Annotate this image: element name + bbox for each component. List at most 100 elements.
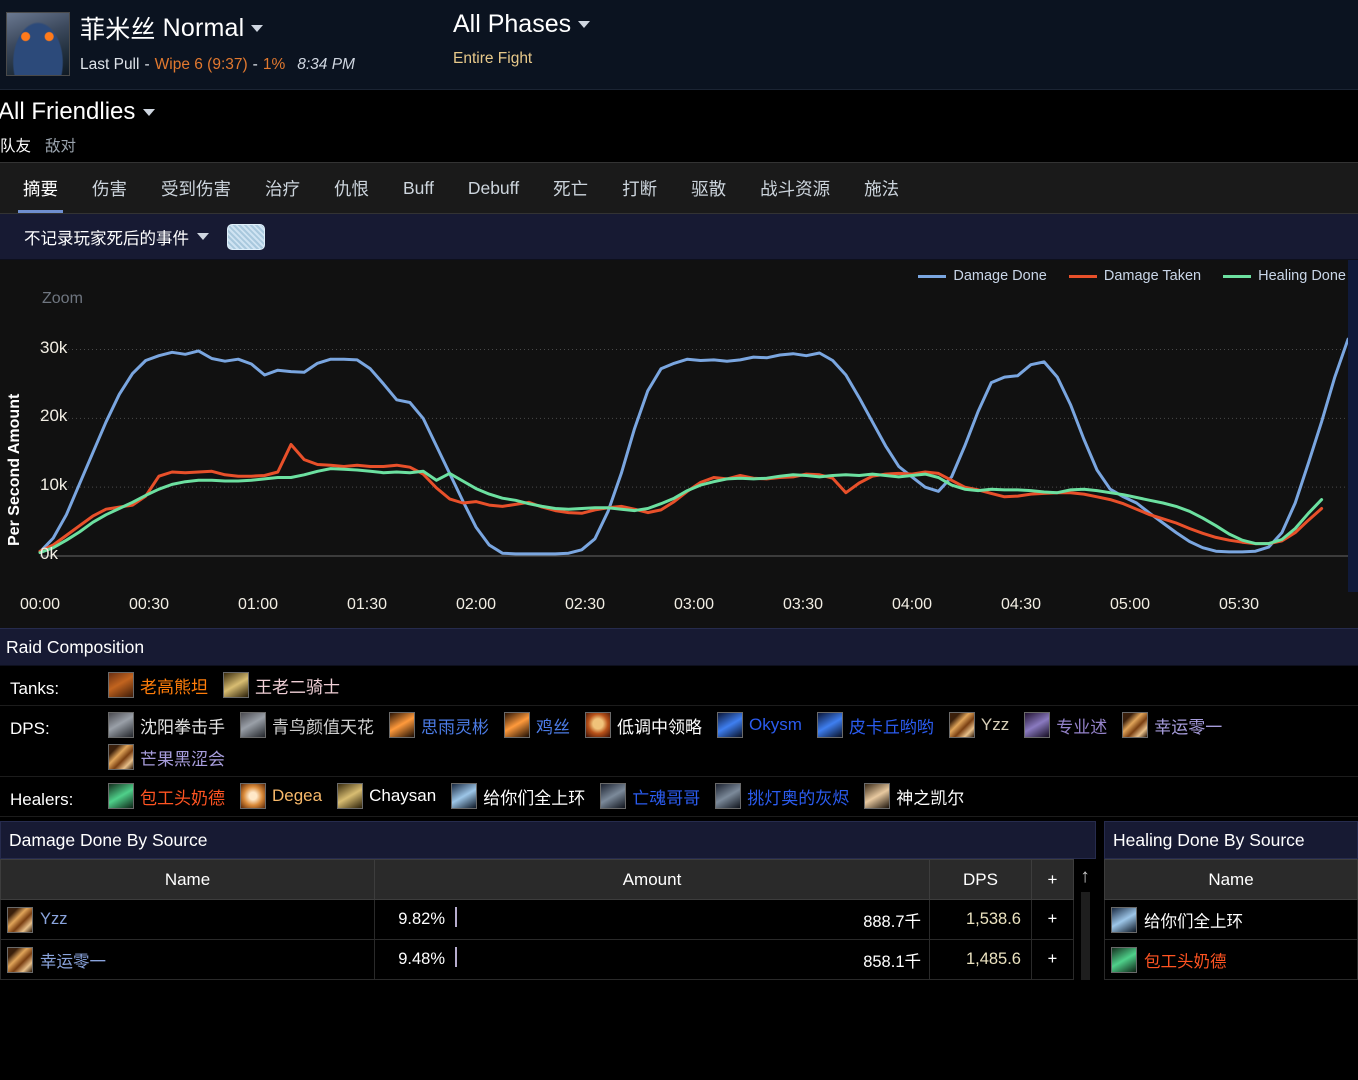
raid-member[interactable]: 幸运零一 xyxy=(1122,709,1229,741)
tab-4[interactable]: 仇恨 xyxy=(317,163,386,213)
tab-8[interactable]: 打断 xyxy=(605,163,674,213)
scroll-track[interactable] xyxy=(1080,892,1090,980)
damage-table-body: Yzz 9.82% 888.7千 1,538.6 + 幸运零一 9.48% 858.1千 1,4… xyxy=(0,899,1074,980)
table-row[interactable]: Yzz 9.82% 888.7千 1,538.6 + xyxy=(0,899,1074,940)
raid-member[interactable]: Okysm xyxy=(717,709,809,741)
damage-row-name-cell[interactable]: 幸运零一 xyxy=(0,939,375,980)
tab-5[interactable]: Buff xyxy=(386,163,451,213)
difficulty-label: Normal xyxy=(162,13,245,42)
tab-9[interactable]: 驱散 xyxy=(674,163,743,213)
raid-row-label: DPS: xyxy=(10,719,50,738)
toggle-enemy[interactable]: 敌对 xyxy=(45,134,76,156)
chart-x-axis: 00:00 00:30 01:00 01:30 02:00 02:30 03:00 03:30… xyxy=(0,592,1358,628)
raid-member[interactable]: 鸡丝 xyxy=(504,709,577,741)
raid-member[interactable]: 低调中领略 xyxy=(585,709,709,741)
table-row[interactable]: 幸运零一 9.48% 858.1千 1,485.6 + xyxy=(0,939,1074,980)
healing-col-header[interactable]: Name xyxy=(1104,859,1358,900)
chart-x-tick-7: 03:30 xyxy=(782,596,824,613)
chart-series-2 xyxy=(38,467,1324,555)
damage-row-percent: 9.48% xyxy=(398,950,445,968)
raid-member-name: 沈阳拳击手 xyxy=(140,717,225,737)
damage-row-amount-cell: 9.48% 858.1千 xyxy=(374,939,930,980)
damage-row-expand-button[interactable]: + xyxy=(1031,899,1074,940)
chart-x-tick-9: 04:30 xyxy=(1000,596,1042,613)
tab-0[interactable]: 摘要 xyxy=(6,163,75,213)
phase-label: All Phases xyxy=(452,10,572,38)
chevron-down-icon[interactable] xyxy=(197,233,209,240)
friendlies-bar: All Friendlies 队友 敌对 xyxy=(0,90,1358,162)
raid-member[interactable]: 老高熊坦 xyxy=(108,669,215,701)
tab-label: 治疗 xyxy=(265,178,300,199)
chevron-down-icon[interactable] xyxy=(251,24,264,32)
table-row[interactable]: 包工头奶德 xyxy=(1104,939,1358,980)
raid-member-name: 包工头奶德 xyxy=(140,788,225,808)
chevron-down-icon[interactable] xyxy=(578,21,591,28)
raid-member[interactable]: 神之凯尔 xyxy=(864,780,971,812)
damage-col-header[interactable]: DPS xyxy=(929,859,1032,900)
chart-x-tick-8: 04:00 xyxy=(891,596,933,613)
tab-label: 摘要 xyxy=(23,178,58,199)
raid-member[interactable]: 王老二骑士 xyxy=(223,669,347,701)
tab-2[interactable]: 受到伤害 xyxy=(144,163,248,213)
damage-row-percent: 9.82% xyxy=(398,910,445,928)
raid-member[interactable]: 挑灯奥的灰烬 xyxy=(715,780,856,812)
healing-table: Name 给你们全上环 包工头奶德 xyxy=(1104,859,1358,980)
damage-table-header: Name Amount DPS + xyxy=(0,859,1074,900)
tab-label: Buff xyxy=(403,177,434,198)
chart-x-tick-4: 02:00 xyxy=(455,596,497,613)
class-icon-rogue xyxy=(7,906,33,933)
raid-member[interactable]: 给你们全上环 xyxy=(451,780,592,812)
raid-member[interactable]: 芒果黑涩会 xyxy=(108,741,232,773)
death-filter-dropdown[interactable]: 不记录玩家死后的事件 xyxy=(24,225,209,249)
fight-title[interactable]: 菲米丝 Normal xyxy=(80,10,355,46)
raid-row-2: Healers: 包工头奶德 Degea Chaysan 给你们全上环 亡魂哥哥 挑灯奥的灰… xyxy=(0,777,1358,817)
class-icon-paladin xyxy=(223,672,249,698)
damage-table-scrollbar[interactable]: ↑ xyxy=(1074,859,1096,980)
damage-col-header[interactable]: Amount xyxy=(374,859,930,900)
tab-10[interactable]: 战斗资源 xyxy=(743,163,847,213)
tab-6[interactable]: Debuff xyxy=(451,163,536,213)
tab-7[interactable]: 死亡 xyxy=(536,163,605,213)
toggle-friendly[interactable]: 队友 xyxy=(0,134,31,156)
boss-name-cn: 菲米丝 xyxy=(80,16,156,44)
tab-label: 伤害 xyxy=(92,178,127,199)
chevron-down-icon[interactable] xyxy=(143,108,156,116)
tab-1[interactable]: 伤害 xyxy=(75,163,144,213)
raid-member[interactable]: 青鸟颜值天花 xyxy=(240,709,381,741)
tab-label: 打断 xyxy=(622,178,658,199)
class-icon-hunter xyxy=(504,712,530,738)
table-row[interactable]: 给你们全上环 xyxy=(1104,899,1358,940)
tab-11[interactable]: 施法 xyxy=(847,163,916,213)
raid-member[interactable]: 亡魂哥哥 xyxy=(600,780,707,812)
raid-member[interactable]: 包工头奶德 xyxy=(108,780,232,812)
tab-label: Debuff xyxy=(467,177,520,198)
damage-col-header[interactable]: + xyxy=(1031,859,1074,900)
class-icon-shaman-resto xyxy=(715,783,742,809)
phase-selector[interactable]: All Phases xyxy=(452,10,591,39)
damage-row-expand-button[interactable]: + xyxy=(1031,939,1074,980)
healing-table-header: Name xyxy=(1104,859,1358,900)
raid-member[interactable]: Degea xyxy=(240,780,329,812)
damage-col-header[interactable]: Name xyxy=(0,859,375,900)
class-icon-druid xyxy=(108,672,134,698)
raid-member[interactable]: 皮卡丘哟哟 xyxy=(816,709,941,741)
scroll-up-icon[interactable]: ↑ xyxy=(1080,867,1090,886)
raid-member[interactable]: 沈阳拳击手 xyxy=(108,709,232,741)
fight-header: 菲米丝 Normal Last Pull - Wipe 6 (9:37) - 1… xyxy=(0,0,1358,90)
tab-3[interactable]: 治疗 xyxy=(248,163,317,213)
damage-row-name-cell[interactable]: Yzz xyxy=(0,899,375,940)
raid-member[interactable]: 思雨灵彬 xyxy=(389,709,496,741)
class-icon-rogue xyxy=(108,744,134,770)
healing-row-name-cell[interactable]: 包工头奶德 xyxy=(1104,939,1358,980)
healing-row-name-cell[interactable]: 给你们全上环 xyxy=(1104,899,1358,940)
raid-member-name: Degea xyxy=(272,786,323,805)
class-icon-warrior xyxy=(240,712,266,738)
class-icon-priest-disc xyxy=(240,783,266,809)
raid-member[interactable]: Chaysan xyxy=(337,780,443,812)
main-tab-bar: 摘要 伤害 受到伤害 治疗 仇恨 Buff Debuff 死亡 打断 驱散 战斗资源 施法 xyxy=(0,162,1358,214)
raid-member[interactable]: 专业述 xyxy=(1024,709,1114,741)
thumbnail-chip[interactable] xyxy=(227,223,265,250)
pull-time: 8:34 PM xyxy=(297,56,355,73)
friendlies-selector[interactable]: All Friendlies xyxy=(0,98,1358,126)
raid-member[interactable]: Yzz xyxy=(948,709,1016,741)
